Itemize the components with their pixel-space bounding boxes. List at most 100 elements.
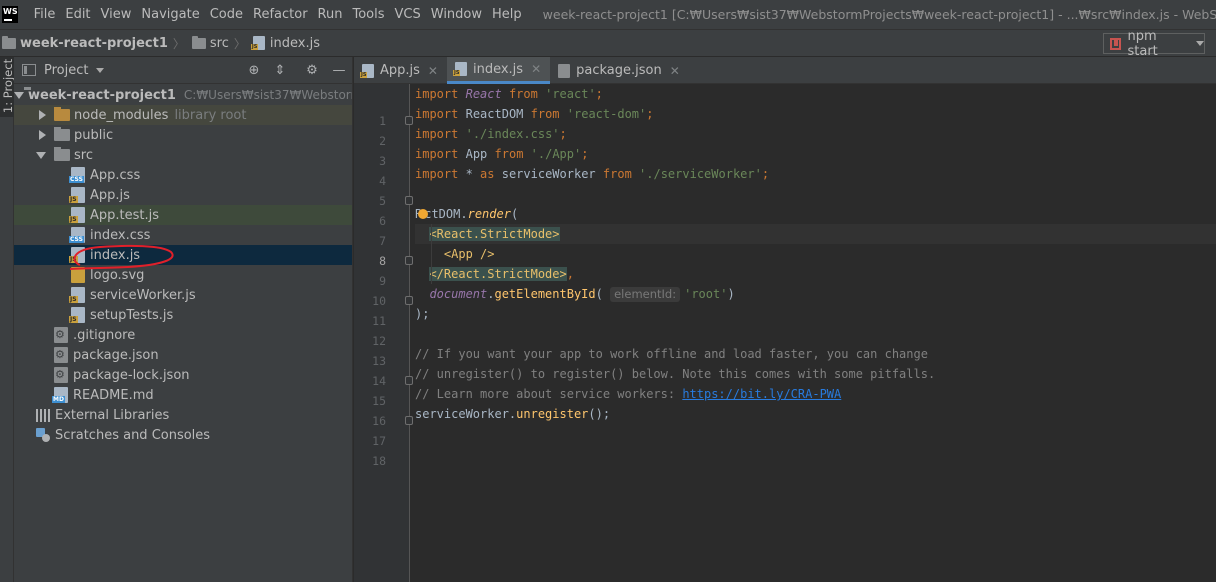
fold-marker-icon[interactable] [405,196,413,205]
chevron-down-icon[interactable] [96,67,105,73]
tree-item-package-lock-json[interactable]: package-lock.json [14,365,352,385]
menu-file[interactable]: File [29,0,61,29]
config-file-icon [54,327,68,343]
tree-item-gitignore[interactable]: .gitignore [14,325,352,345]
code-line-5: import * as serviceWorker from './servic… [415,167,770,181]
js-file-icon: JS [69,187,85,203]
project-panel-header: Project ⊕ ⇕ ⚙ — [14,57,352,84]
navigation-bar: week-react-project1 〉 src 〉 JS index.js … [0,29,1216,59]
editor-area: JS App.js ✕ JS index.js ✕ package.json ✕… [354,57,1216,582]
close-icon[interactable]: ✕ [670,64,680,78]
left-tool-strip: 1: Project [0,57,15,582]
folder-icon [191,35,206,49]
tree-item-readme-md[interactable]: MD README.md [14,385,352,405]
line-number: 2 [379,134,386,148]
close-icon[interactable]: ✕ [531,62,541,76]
webstorm-logo-icon: WS [2,3,21,23]
tab-app-js[interactable]: JS App.js ✕ [354,57,447,84]
tree-item-src[interactable]: src [14,145,352,165]
folder-icon [54,147,70,161]
tree-item-service-worker-js[interactable]: JS serviceWorker.js [14,285,352,305]
line-number: 3 [379,154,386,168]
tree-item-index-css[interactable]: CSS index.css [14,225,352,245]
breadcrumb-file[interactable]: JS index.js [250,36,320,51]
fold-marker-icon[interactable] [405,376,413,385]
locate-file-icon[interactable]: ⊕ [246,63,262,79]
code-line-1: import React from 'react'; [415,87,603,101]
breadcrumb-separator: 〉 [233,36,246,51]
markdown-file-icon: MD [52,387,68,403]
library-icon [36,408,50,422]
code-editor[interactable]: import React from 'react'; import ReactD… [415,84,1216,582]
menu-tools[interactable]: Tools [347,0,389,29]
editor-tabs: JS App.js ✕ JS index.js ✕ package.json ✕ [354,57,1216,84]
intention-bulb-icon[interactable] [418,208,429,219]
npm-icon [1110,37,1122,50]
expand-arrow-icon[interactable] [36,151,46,159]
tree-item-package-json[interactable]: package.json [14,345,352,365]
tree-item-setup-tests-js[interactable]: JS setupTests.js [14,305,352,325]
menu-vcs[interactable]: VCS [390,0,426,29]
collapse-all-icon[interactable]: ⇕ [272,63,288,79]
gear-icon[interactable]: ⚙ [304,63,320,79]
js-file-icon: JS [69,307,85,323]
expand-arrow-icon[interactable] [39,130,46,140]
js-file-icon: JS [452,62,467,76]
project-tool-window-tab[interactable]: 1: Project [0,57,15,117]
project-view-selector[interactable]: Project [44,63,88,78]
menu-window[interactable]: Window [426,0,487,29]
fold-marker-icon[interactable] [405,256,413,265]
fold-marker-icon[interactable] [405,116,413,125]
expand-arrow-icon[interactable] [14,91,24,99]
folder-icon [54,127,70,141]
expand-arrow-icon[interactable] [39,110,46,120]
tree-item-root[interactable]: week-react-project1 C:₩Users₩sist37₩Webs… [14,85,352,105]
code-line-14: // If you want your app to work offline … [415,347,928,361]
code-line-15: // unregister() to register() below. Not… [415,367,936,381]
breadcrumb-separator: 〉 [172,36,185,51]
code-line-10: </React.StrictMode>, [429,267,574,281]
menu-help[interactable]: Help [487,0,527,29]
css-file-icon: CSS [69,167,85,183]
window-title: week-react-project1 [C:₩Users₩sist37₩Web… [542,7,1216,22]
tree-item-app-css[interactable]: CSS App.css [14,165,352,185]
line-number: 16 [372,414,386,428]
tree-item-public[interactable]: public [14,125,352,145]
breadcrumb-src[interactable]: src [190,35,229,51]
code-line-12: ); [415,307,430,321]
menu-code[interactable]: Code [205,0,248,29]
tree-item-index-js[interactable]: JS index.js [14,245,352,265]
menu-navigate[interactable]: Navigate [136,0,204,29]
line-number: 5 [379,194,386,208]
menu-edit[interactable]: Edit [60,0,95,29]
close-icon[interactable]: ✕ [428,64,438,78]
tab-index-js[interactable]: JS index.js ✕ [446,57,551,84]
chevron-down-icon [1196,41,1204,46]
tree-item-app-js[interactable]: JS App.js [14,185,352,205]
tab-package-json[interactable]: package.json ✕ [550,57,689,84]
line-number: 1 [379,114,386,128]
code-line-8: <React.StrictMode> [415,224,1216,244]
line-number: 4 [379,174,386,188]
menu-run[interactable]: Run [313,0,348,29]
tree-item-app-test-js[interactable]: JS App.test.js [14,205,352,225]
tree-item-node-modules[interactable]: node_modules library root [14,105,352,125]
code-line-11: document.getElementById( elementId:'root… [429,287,735,302]
config-file-icon [54,367,68,383]
project-tool-window-label: 1: Project [1,58,15,114]
tree-item-logo-svg[interactable]: logo.svg [14,265,352,285]
fold-marker-icon[interactable] [405,416,413,425]
line-number: 18 [372,454,386,468]
config-file-icon [54,347,68,363]
run-configuration-dropdown[interactable]: npm start [1103,29,1205,59]
tree-item-external-libraries[interactable]: External Libraries [14,405,352,425]
fold-marker-icon[interactable] [405,296,413,305]
breadcrumb-project[interactable]: week-react-project1 [0,35,168,51]
hide-panel-icon[interactable]: — [331,63,347,79]
menu-view[interactable]: View [96,0,137,29]
menu-refactor[interactable]: Refactor [248,0,313,29]
tree-item-scratches-and-consoles[interactable]: Scratches and Consoles [14,425,352,445]
run-configuration-label: npm start [1127,28,1158,59]
line-number-gutter[interactable]: 1 2 3 4 5 6 7 8 9 10 11 12 13 14 15 16 1… [354,84,413,582]
code-link[interactable]: https://bit.ly/CRA-PWA [682,387,841,401]
